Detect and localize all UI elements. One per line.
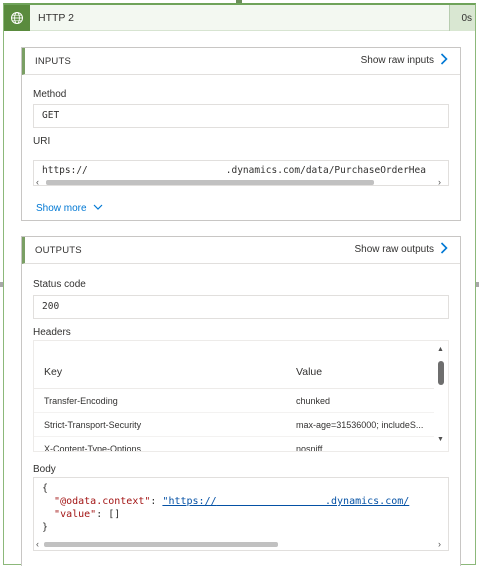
- uri-value: https:// .dynamics.com/data/PurchaseOrder…: [42, 165, 426, 176]
- inputs-title: INPUTS: [35, 56, 72, 67]
- headers-vertical-scrollbar[interactable]: ▲ ▼: [434, 341, 448, 451]
- show-raw-inputs-button[interactable]: Show raw inputs: [361, 53, 448, 68]
- chevron-right-icon: [440, 242, 448, 257]
- scroll-right-icon[interactable]: ›: [438, 539, 441, 549]
- action-title: HTTP 2: [38, 12, 74, 24]
- chevron-right-icon: [440, 53, 448, 68]
- scroll-left-icon[interactable]: ‹: [36, 539, 39, 549]
- uri-field[interactable]: https:// .dynamics.com/data/PurchaseOrder…: [33, 160, 449, 186]
- body-code-viewer[interactable]: { "@odata.context": "https:// .dynamics.…: [33, 477, 449, 551]
- show-raw-outputs-label: Show raw outputs: [354, 244, 435, 255]
- header-value: nosniff: [296, 444, 323, 452]
- method-field[interactable]: GET: [33, 104, 449, 128]
- inputs-header: INPUTS Show raw inputs: [22, 48, 460, 75]
- code-url-suffix: .dynamics.com/: [324, 496, 410, 507]
- headers-column-key: Key: [44, 366, 63, 378]
- status-code-label: Status code: [33, 279, 86, 290]
- header-value: max-age=31536000; includeS...: [296, 420, 424, 430]
- connector-left: [0, 282, 3, 287]
- inputs-section: INPUTS Show raw inputs Method GET URI ht…: [21, 47, 461, 221]
- body-code: { "@odata.context": "https:// .dynamics.…: [42, 483, 410, 533]
- chevron-down-icon: [93, 203, 103, 214]
- code-key-value: "value": [54, 509, 97, 520]
- table-row: Strict-Transport-Security max-age=315360…: [34, 413, 434, 437]
- uri-label: URI: [33, 136, 51, 147]
- headers-table: Key Value Transfer-Encoding chunked Stri…: [33, 340, 449, 452]
- code-close-brace: }: [42, 522, 49, 533]
- outputs-header: OUTPUTS Show raw outputs: [22, 237, 460, 264]
- uri-prefix: https://: [42, 165, 88, 176]
- action-header[interactable]: HTTP 2 0s: [4, 5, 475, 31]
- body-label: Body: [33, 464, 56, 475]
- header-value: chunked: [296, 396, 331, 406]
- scroll-down-icon[interactable]: ▼: [437, 436, 444, 443]
- outputs-title: OUTPUTS: [35, 245, 82, 256]
- show-raw-inputs-label: Show raw inputs: [360, 55, 434, 66]
- body-horizontal-scrollbar[interactable]: ‹ ›: [34, 539, 448, 549]
- scroll-up-icon[interactable]: ▲: [437, 346, 444, 353]
- globe-icon: [4, 5, 30, 31]
- scroll-right-icon[interactable]: ›: [438, 177, 441, 185]
- scroll-left-icon[interactable]: ‹: [36, 177, 39, 185]
- table-row: X-Content-Type-Options nosniff: [34, 437, 434, 452]
- headers-label: Headers: [33, 327, 71, 338]
- code-odata-context-value: "https:// .dynamics.com/: [162, 496, 409, 507]
- uri-scroll-thumb[interactable]: [46, 180, 374, 185]
- table-row: Transfer-Encoding chunked: [34, 389, 434, 413]
- show-more-link[interactable]: Show more: [36, 203, 103, 214]
- header-key: X-Content-Type-Options: [44, 444, 142, 452]
- headers-column-value: Value: [296, 366, 323, 378]
- method-label: Method: [33, 89, 67, 100]
- connector-top: [236, 0, 242, 3]
- headers-scroll-thumb[interactable]: [438, 361, 444, 385]
- uri-horizontal-scrollbar[interactable]: ‹ ›: [34, 177, 448, 185]
- body-scroll-thumb[interactable]: [44, 542, 278, 547]
- show-more-label: Show more: [36, 203, 87, 214]
- status-code-field[interactable]: 200: [33, 295, 449, 319]
- header-key: Transfer-Encoding: [44, 396, 118, 406]
- code-url-prefix: "https://: [162, 496, 217, 507]
- uri-suffix: .dynamics.com/data/PurchaseOrderHea: [225, 165, 426, 176]
- code-key-odata-context: "@odata.context": [54, 496, 151, 507]
- header-key: Strict-Transport-Security: [44, 420, 142, 430]
- code-open-brace: {: [42, 483, 49, 494]
- show-raw-outputs-button[interactable]: Show raw outputs: [355, 242, 449, 257]
- action-card: HTTP 2 0s INPUTS Show raw inputs Method …: [3, 3, 476, 566]
- duration-badge: 0s: [449, 5, 475, 31]
- code-value-array: []: [108, 509, 121, 520]
- outputs-section: OUTPUTS Show raw outputs Status code 200…: [21, 236, 461, 566]
